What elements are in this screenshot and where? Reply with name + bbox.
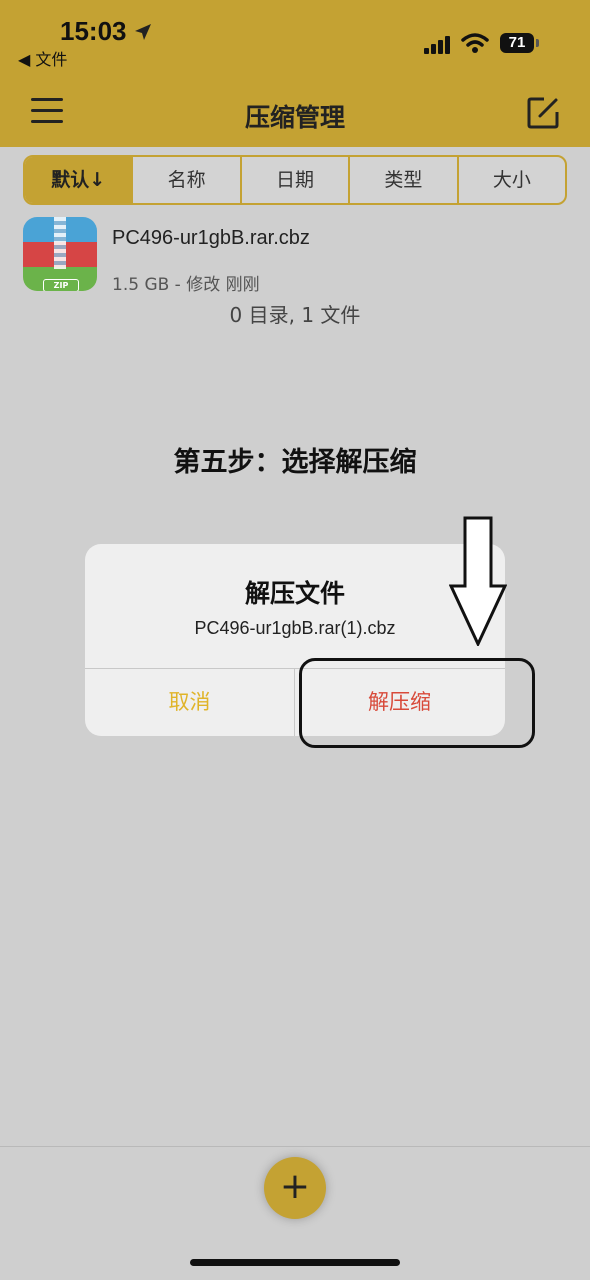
location-arrow-icon (135, 24, 151, 40)
add-button[interactable]: + (264, 1157, 326, 1219)
edit-icon[interactable] (526, 96, 560, 130)
down-arrow-annotation-icon (449, 516, 507, 646)
file-list-item[interactable]: ZIP PC496-ur1gbB.rar.cbz 1.5 GB - 修改 刚刚 (0, 213, 590, 298)
status-time: 15:03 (60, 16, 127, 46)
app-header: 15:03 ◀ 文件 71 压缩管理 (0, 0, 590, 147)
cellular-signal-icon (424, 36, 450, 54)
tab-default[interactable]: 默认↓ (25, 157, 134, 203)
sort-tabs: 默认↓ 名称 日期 类型 大小 (23, 155, 567, 205)
tab-size[interactable]: 大小 (459, 157, 565, 203)
zip-icon-label: ZIP (43, 279, 79, 291)
battery-tip (536, 39, 539, 47)
file-name: PC496-ur1gbB.rar.cbz (112, 227, 310, 249)
back-to-app-link[interactable]: ◀ 文件 (18, 46, 67, 70)
folder-summary: 0 目录, 1 文件 (229, 303, 361, 327)
tab-type[interactable]: 类型 (350, 157, 459, 203)
cancel-button[interactable]: 取消 (85, 669, 294, 736)
dialog-title: 解压文件 (244, 579, 345, 608)
highlight-annotation-box (299, 658, 535, 748)
bottom-divider (0, 1146, 590, 1147)
tab-date[interactable]: 日期 (242, 157, 351, 203)
step-caption: 第五步：选择解压缩 (173, 447, 417, 478)
page-title: 压缩管理 (244, 103, 345, 132)
zip-archive-icon: ZIP (23, 217, 97, 291)
home-indicator[interactable] (190, 1259, 400, 1266)
dialog-message: PC496-ur1gbB.rar(1).cbz (194, 618, 396, 638)
battery-indicator: 71 (500, 33, 534, 53)
file-meta: 1.5 GB - 修改 刚刚 (112, 275, 260, 295)
tab-name[interactable]: 名称 (133, 157, 242, 203)
wifi-icon (461, 33, 489, 53)
